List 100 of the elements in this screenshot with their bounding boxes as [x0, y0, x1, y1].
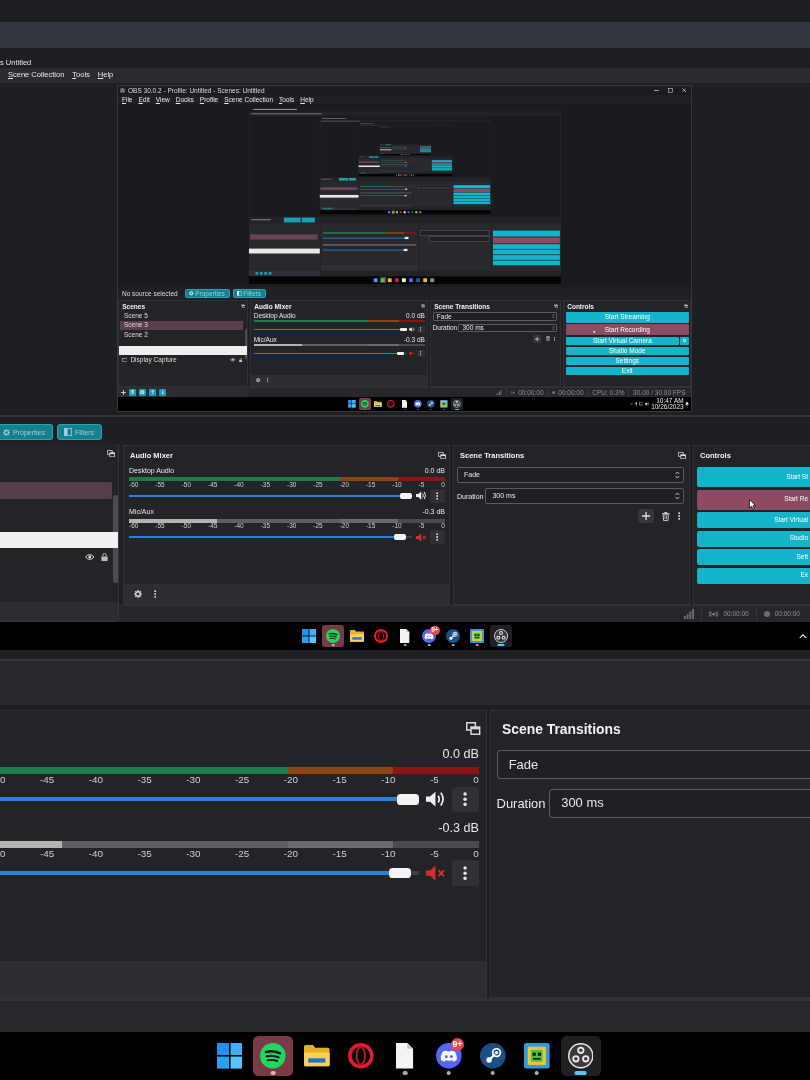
- duration-field[interactable]: 300 ms: [549, 788, 810, 819]
- four-squares-icon[interactable]: [347, 400, 356, 408]
- more-icon: [463, 865, 468, 881]
- ring-icon[interactable]: [387, 400, 396, 408]
- more-icon: [436, 491, 439, 500]
- close-icon[interactable]: [681, 88, 686, 93]
- stacked-squares-icon[interactable]: [438, 451, 446, 460]
- bell-icon[interactable]: [685, 402, 690, 406]
- speaker-icon[interactable]: [645, 402, 650, 406]
- scale-label: -20: [283, 849, 298, 859]
- scale-label: -30: [186, 849, 201, 859]
- stacked-squares-icon[interactable]: [421, 304, 426, 309]
- add-button[interactable]: [638, 509, 655, 523]
- maximize-icon[interactable]: [668, 88, 673, 93]
- slider-handle[interactable]: [399, 492, 412, 499]
- piston-circle-icon[interactable]: [446, 629, 460, 643]
- muted-speaker-icon[interactable]: [415, 532, 426, 542]
- document-icon[interactable]: [401, 400, 408, 408]
- document-icon[interactable]: [400, 629, 410, 643]
- scrollbar[interactable]: [244, 329, 247, 359]
- transition-dropdown[interactable]: Fade: [496, 749, 810, 780]
- menu-button[interactable]: [430, 488, 445, 503]
- speaker-icon[interactable]: [415, 491, 426, 500]
- scale-label: -15: [332, 849, 347, 859]
- stacked-squares-icon[interactable]: [466, 721, 481, 735]
- volume-reading: 0.0 dB: [442, 748, 479, 762]
- folder-icon[interactable]: [304, 1045, 330, 1067]
- more-icon[interactable]: [154, 590, 157, 598]
- broadcast-icon: [709, 610, 719, 618]
- trash-icon[interactable]: [545, 336, 550, 342]
- volume-slider[interactable]: [129, 492, 412, 499]
- eye-icon[interactable]: [229, 358, 236, 362]
- microphone-icon[interactable]: [634, 402, 638, 406]
- controller-face-icon[interactable]: [413, 400, 422, 408]
- slider-handle[interactable]: [397, 352, 404, 356]
- four-squares-icon[interactable]: [216, 1043, 243, 1069]
- scrollbar[interactable]: [113, 495, 118, 583]
- menu-button[interactable]: [416, 349, 425, 358]
- settings-button[interactable]: [680, 336, 689, 346]
- signal-bars-icon: [684, 609, 695, 619]
- document-icon[interactable]: [396, 1043, 414, 1069]
- menu-button[interactable]: [451, 786, 479, 812]
- more-icon[interactable]: [553, 336, 556, 341]
- more-icon[interactable]: [677, 512, 680, 520]
- scale-label: -40: [88, 849, 103, 859]
- stacked-squares-icon[interactable]: [107, 449, 115, 458]
- plus-icon[interactable]: [121, 389, 126, 395]
- stacked-squares-icon[interactable]: [554, 304, 559, 309]
- gear-icon[interactable]: [256, 378, 261, 383]
- stacked-squares-icon[interactable]: [241, 304, 246, 309]
- scale-label: -10: [381, 775, 396, 786]
- menu-button[interactable]: [416, 325, 425, 334]
- scale-label: -20: [283, 775, 298, 786]
- slider-handle[interactable]: [396, 793, 419, 805]
- slider-handle[interactable]: [389, 867, 411, 879]
- folder-icon[interactable]: [350, 630, 364, 642]
- slider-handle[interactable]: [394, 534, 407, 540]
- speaker-icon[interactable]: [425, 791, 445, 808]
- folder-icon[interactable]: [374, 400, 382, 408]
- highlighted-row[interactable]: [119, 345, 247, 355]
- controller-face-icon[interactable]: [436, 1043, 462, 1069]
- toolbar-button[interactable]: [139, 388, 146, 396]
- speaker-icon[interactable]: [408, 327, 415, 332]
- cube-face-icon[interactable]: [470, 629, 484, 643]
- lock-icon[interactable]: [238, 357, 242, 362]
- eye-icon[interactable]: [85, 553, 96, 560]
- piston-circle-icon[interactable]: [480, 1043, 506, 1069]
- volume-slider[interactable]: [253, 352, 407, 356]
- ring-icon[interactable]: [374, 629, 388, 643]
- toolbar-button[interactable]: [149, 388, 156, 396]
- gear-icon[interactable]: [134, 590, 142, 598]
- taskbar-button[interactable]: [560, 1035, 601, 1077]
- menu-button[interactable]: [430, 530, 445, 544]
- volume-slider[interactable]: [0, 793, 419, 805]
- toolbar-button[interactable]: [129, 388, 136, 396]
- panel-icon: [237, 291, 242, 296]
- muted-speaker-icon[interactable]: [425, 864, 445, 881]
- cube-face-icon[interactable]: [440, 400, 448, 408]
- ring-icon[interactable]: [348, 1043, 374, 1069]
- chevron-up-icon[interactable]: [799, 633, 807, 639]
- three-circles-icon: [120, 88, 125, 93]
- monitor-icon[interactable]: [638, 402, 644, 406]
- volume-slider[interactable]: [0, 867, 419, 879]
- volume-slider[interactable]: [129, 534, 412, 540]
- muted-speaker-icon[interactable]: [408, 351, 415, 357]
- slider-handle[interactable]: [400, 327, 407, 332]
- stacked-squares-icon[interactable]: [678, 451, 686, 460]
- add-button[interactable]: [532, 334, 542, 343]
- scale-label: -35: [137, 775, 152, 786]
- volume-slider[interactable]: [253, 327, 407, 332]
- stacked-squares-icon[interactable]: [684, 304, 689, 309]
- cube-face-icon[interactable]: [523, 1043, 550, 1069]
- trash-icon[interactable]: [662, 511, 670, 521]
- menu-button[interactable]: [451, 860, 479, 886]
- signal-bars-icon: [496, 389, 502, 396]
- taskbar-button[interactable]: [253, 1035, 294, 1077]
- piston-circle-icon[interactable]: [427, 400, 435, 408]
- toolbar-button[interactable]: [159, 388, 166, 396]
- lock-icon[interactable]: [101, 552, 108, 561]
- notification-badge: 9+: [450, 1037, 465, 1051]
